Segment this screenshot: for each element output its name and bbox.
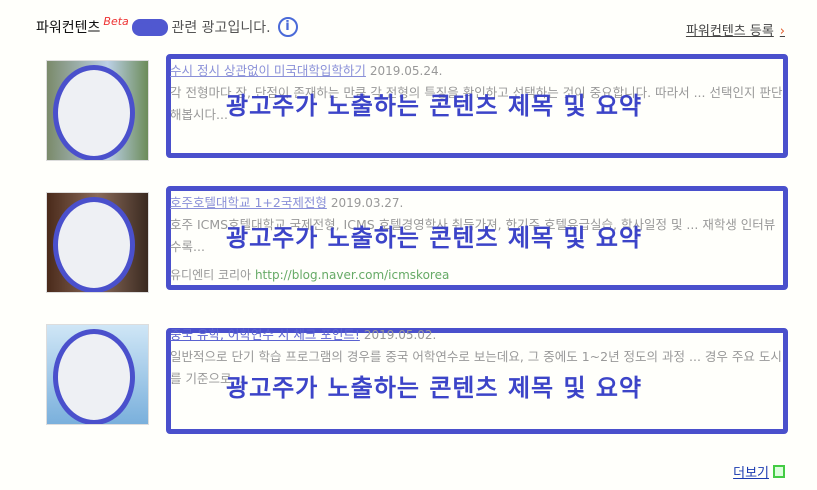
ad-thumbnail[interactable] [46, 192, 149, 293]
ad-thumbnail[interactable] [46, 60, 149, 161]
more-link[interactable]: 더보기 [733, 462, 785, 481]
header-prefix: 파워컨텐츠 [36, 20, 101, 36]
ad-description: 각 전형마다 장, 단점이 존재하는 만큼 각 전형의 특징을 확인하고 선택하… [170, 85, 783, 122]
header-suffix: 관련 광고입니다. [171, 20, 271, 36]
ad-description: 호주 ICMS호텔대학교 국제전형, ICMS 호텔경영학사 취득가져, 한기주… [170, 217, 776, 254]
ad-item[interactable]: 호주호텔대학교 1+2국제전형 2019.03.27. 호주 ICMS호텔대학교… [46, 186, 788, 296]
ad-item[interactable]: 수시 정시 상관없이 미국대학입학하기 2019.05.24. 각 전형마다 장… [46, 54, 788, 164]
thumbnail-blur-mask [53, 65, 135, 160]
more-label: 더보기 [733, 466, 769, 481]
power-content-header: 파워컨텐츠 Beta '유학' 관련 광고입니다. i [36, 14, 298, 37]
thumbnail-blur-mask [53, 329, 135, 424]
chevron-right-icon: › [779, 24, 785, 39]
search-keyword: '유학' [131, 18, 169, 36]
ad-title[interactable]: 중국 유학, 어학연수 시 체크 포인트! [170, 327, 360, 342]
ad-source: 유디엔티 코리아 [170, 268, 252, 282]
ad-title[interactable]: 호주호텔대학교 1+2국제전형 [170, 195, 327, 210]
ad-date: 2019.03.27. [330, 196, 404, 210]
info-circle-icon[interactable]: i [277, 17, 298, 37]
thumbnail-blur-mask [53, 197, 135, 292]
ad-thumbnail[interactable] [46, 324, 149, 425]
beta-badge: Beta [103, 14, 129, 28]
ad-date: 2019.05.02. [363, 328, 437, 342]
ad-date: 2019.05.24. [369, 64, 443, 78]
ad-url[interactable]: http://blog.naver.com/icmskorea [255, 268, 449, 282]
ad-item[interactable]: 중국 유학, 어학연수 시 체크 포인트! 2019.05.02. 일반적으로 … [46, 324, 788, 434]
ad-description: 일반적으로 단기 학습 프로그램의 경우를 중국 어학연수로 보는데요, 그 중… [170, 349, 782, 386]
ad-title[interactable]: 수시 정시 상관없이 미국대학입학하기 [170, 63, 366, 78]
expand-icon [773, 465, 785, 478]
register-power-content-link[interactable]: 파워컨텐츠 등록 › [686, 20, 785, 39]
